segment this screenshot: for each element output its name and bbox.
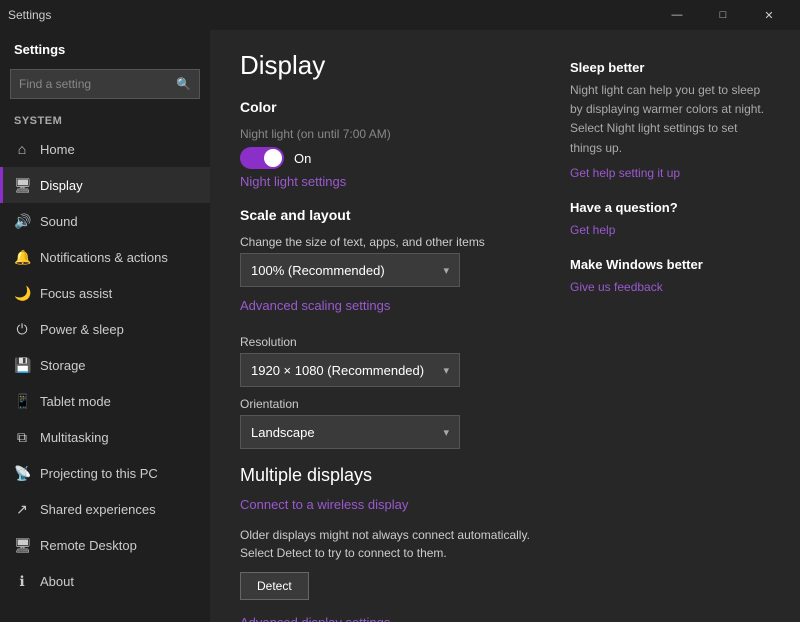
sidebar-item-label-focus: Focus assist <box>40 286 112 301</box>
sidebar-item-sound[interactable]: 🔊 Sound <box>0 203 210 239</box>
multiple-displays-section: Multiple displays Connect to a wireless … <box>240 465 540 622</box>
sidebar-item-label-tablet: Tablet mode <box>40 394 111 409</box>
orientation-label: Orientation <box>240 397 540 411</box>
sleep-better-section: Sleep better Night light can help you ge… <box>570 60 770 182</box>
sidebar-item-shared[interactable]: ↗ Shared experiences <box>0 491 210 527</box>
give-feedback-link[interactable]: Give us feedback <box>570 280 663 294</box>
titlebar-title: Settings <box>8 8 51 22</box>
minimize-button[interactable]: — <box>654 0 700 30</box>
night-light-settings-link[interactable]: Night light settings <box>240 174 346 189</box>
search-box[interactable]: 🔍 <box>10 69 200 99</box>
resolution-label: Resolution <box>240 335 540 349</box>
sidebar-item-home[interactable]: ⌂ Home <box>0 131 210 167</box>
sidebar-item-projecting[interactable]: 📡 Projecting to this PC <box>0 455 210 491</box>
scale-dropdown-arrow: ▾ <box>443 264 449 277</box>
sidebar-item-label-multitasking: Multitasking <box>40 430 109 445</box>
sidebar-item-focus[interactable]: 🌙 Focus assist <box>0 275 210 311</box>
focus-icon: 🌙 <box>14 285 30 302</box>
connect-wireless-link[interactable]: Connect to a wireless display <box>240 497 408 512</box>
orientation-value: Landscape <box>251 425 315 440</box>
sidebar-section-label: System <box>0 109 210 131</box>
remote-icon: 🖥 <box>14 537 30 554</box>
sidebar-nav: ⌂ Home 🖥 Display 🔊 Sound 🔔 Notifications & acti… <box>0 131 210 599</box>
sidebar-item-remote[interactable]: 🖥 Remote Desktop <box>0 527 210 563</box>
sidebar-item-label-projecting: Projecting to this PC <box>40 466 158 481</box>
change-size-label: Change the size of text, apps, and other… <box>240 235 540 249</box>
power-icon: ⏻ <box>14 321 30 338</box>
sidebar-item-label-display: Display <box>40 178 83 193</box>
sidebar-item-multitasking[interactable]: ⧉ Multitasking <box>0 419 210 455</box>
have-question-title: Have a question? <box>570 200 770 215</box>
get-help-setting-up-link[interactable]: Get help setting it up <box>570 166 680 180</box>
content-main: Display Color Night light (on until 7:00… <box>240 50 540 602</box>
sidebar: Settings 🔍 System ⌂ Home 🖥 Display 🔊 Sound 🔔 No… <box>0 30 210 622</box>
tablet-icon: 📱 <box>14 393 30 410</box>
resolution-dropdown-arrow: ▾ <box>443 364 449 377</box>
sidebar-item-display[interactable]: 🖥 Display <box>0 167 210 203</box>
orientation-dropdown-arrow: ▾ <box>443 426 449 439</box>
sidebar-item-label-about: About <box>40 574 74 589</box>
night-light-toggle-row: On <box>240 147 540 169</box>
sidebar-item-about[interactable]: ℹ About <box>0 563 210 599</box>
make-windows-better-title: Make Windows better <box>570 257 770 272</box>
page-title: Display <box>240 50 540 81</box>
sleep-better-text: Night light can help you get to sleep by… <box>570 81 770 158</box>
content-area: Display Color Night light (on until 7:00… <box>210 30 800 622</box>
sidebar-item-label-notifications: Notifications & actions <box>40 250 168 265</box>
scale-layout-section: Scale and layout Change the size of text… <box>240 207 540 449</box>
have-question-section: Have a question? Get help <box>570 200 770 239</box>
color-section-title: Color <box>240 99 540 115</box>
multiple-displays-title: Multiple displays <box>240 465 540 486</box>
search-icon: 🔍 <box>176 77 191 91</box>
make-windows-better-section: Make Windows better Give us feedback <box>570 257 770 296</box>
get-help-link[interactable]: Get help <box>570 223 615 237</box>
maximize-button[interactable]: □ <box>700 0 746 30</box>
sidebar-item-label-shared: Shared experiences <box>40 502 156 517</box>
scale-dropdown[interactable]: 100% (Recommended) ▾ <box>240 253 460 287</box>
right-panel: Sleep better Night light can help you ge… <box>570 50 770 602</box>
sidebar-item-storage[interactable]: 💾 Storage <box>0 347 210 383</box>
titlebar-controls: — □ ✕ <box>654 0 792 30</box>
resolution-value: 1920 × 1080 (Recommended) <box>251 363 424 378</box>
app-name: Settings <box>0 30 210 63</box>
titlebar: Settings — □ ✕ <box>0 0 800 30</box>
search-input[interactable] <box>19 77 176 91</box>
sidebar-item-power[interactable]: ⏻ Power & sleep <box>0 311 210 347</box>
sound-icon: 🔊 <box>14 213 30 230</box>
storage-icon: 💾 <box>14 357 30 374</box>
detect-button[interactable]: Detect <box>240 572 309 600</box>
display-icon: 🖥 <box>14 177 30 194</box>
shared-icon: ↗ <box>14 501 30 518</box>
scale-value: 100% (Recommended) <box>251 263 385 278</box>
sidebar-item-notifications[interactable]: 🔔 Notifications & actions <box>0 239 210 275</box>
sidebar-item-tablet[interactable]: 📱 Tablet mode <box>0 383 210 419</box>
about-icon: ℹ <box>14 573 30 590</box>
home-icon: ⌂ <box>14 141 30 157</box>
detect-description: Older displays might not always connect … <box>240 526 540 562</box>
scale-section-title: Scale and layout <box>240 207 540 223</box>
advanced-scaling-link[interactable]: Advanced scaling settings <box>240 298 390 313</box>
sidebar-item-label-home: Home <box>40 142 75 157</box>
projecting-icon: 📡 <box>14 465 30 482</box>
sidebar-item-label-power: Power & sleep <box>40 322 124 337</box>
orientation-dropdown[interactable]: Landscape ▾ <box>240 415 460 449</box>
advanced-display-settings-link[interactable]: Advanced display settings <box>240 615 390 622</box>
night-light-toggle[interactable] <box>240 147 284 169</box>
app-body: Settings 🔍 System ⌂ Home 🖥 Display 🔊 Sound 🔔 No… <box>0 30 800 622</box>
sidebar-item-label-storage: Storage <box>40 358 86 373</box>
night-light-label: Night light (on until 7:00 AM) <box>240 127 540 141</box>
toggle-on-label: On <box>294 151 311 166</box>
close-button[interactable]: ✕ <box>746 0 792 30</box>
resolution-dropdown[interactable]: 1920 × 1080 (Recommended) ▾ <box>240 353 460 387</box>
color-section: Color Night light (on until 7:00 AM) On … <box>240 99 540 203</box>
notifications-icon: 🔔 <box>14 249 30 266</box>
sleep-better-title: Sleep better <box>570 60 770 75</box>
sidebar-item-label-remote: Remote Desktop <box>40 538 137 553</box>
multitasking-icon: ⧉ <box>14 429 30 446</box>
sidebar-item-label-sound: Sound <box>40 214 78 229</box>
